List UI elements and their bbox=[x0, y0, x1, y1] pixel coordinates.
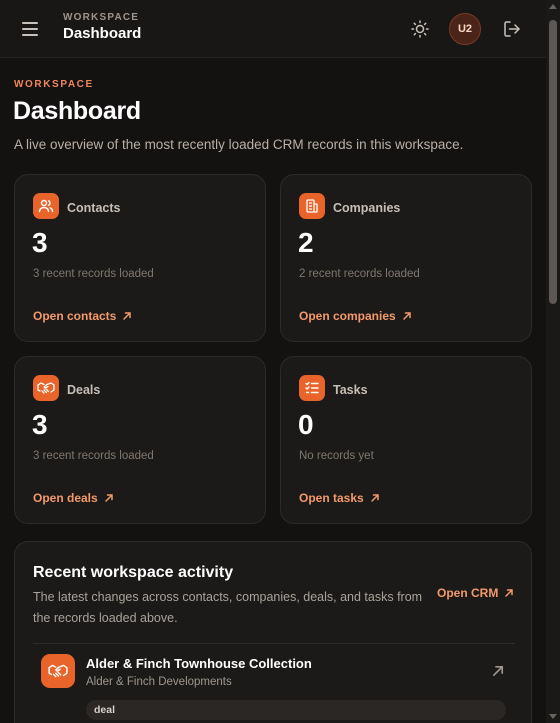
arrow-up-right-icon bbox=[104, 494, 113, 502]
card-subtitle: No records yet bbox=[299, 450, 374, 462]
logout-icon[interactable] bbox=[501, 18, 523, 40]
handshake-icon bbox=[33, 375, 59, 401]
activity-item[interactable]: Alder & Finch Townhouse Collection Alder… bbox=[33, 644, 515, 723]
brand-eyebrow: WORKSPACE bbox=[63, 12, 140, 23]
contacts-card: Contacts 3 3 recent records loaded Open … bbox=[14, 174, 266, 342]
page-title: Dashboard bbox=[13, 97, 141, 125]
card-label: Tasks bbox=[333, 383, 368, 397]
card-label: Companies bbox=[333, 201, 401, 215]
brand-title: Dashboard bbox=[63, 25, 142, 42]
scroll-down-arrow[interactable] bbox=[549, 714, 557, 719]
arrow-up-right-icon bbox=[370, 494, 379, 502]
activity-description: The latest changes across contacts, comp… bbox=[33, 590, 423, 625]
record-type-badge: deal bbox=[86, 700, 506, 720]
page-scrollbar[interactable] bbox=[546, 0, 560, 723]
arrow-up-right-icon bbox=[402, 312, 411, 320]
card-count: 3 bbox=[32, 409, 48, 440]
page-eyebrow: WORKSPACE bbox=[14, 79, 94, 90]
open-contacts-link[interactable]: Open contacts bbox=[33, 309, 132, 323]
link-label: Open CRM bbox=[437, 586, 499, 600]
scrollbar-thumb[interactable] bbox=[549, 20, 557, 304]
link-label: Open companies bbox=[299, 309, 396, 323]
card-count: 2 bbox=[298, 227, 314, 258]
open-crm-link[interactable]: Open CRM bbox=[437, 586, 514, 600]
page-description: A live overview of the most recently loa… bbox=[14, 137, 464, 152]
deals-card: Deals 3 3 recent records loaded Open dea… bbox=[14, 356, 266, 524]
sun-icon[interactable] bbox=[409, 18, 431, 40]
recent-activity-panel: Recent workspace activity The latest cha… bbox=[14, 541, 532, 723]
arrow-up-right-icon bbox=[123, 312, 132, 320]
link-label: Open deals bbox=[33, 491, 98, 505]
link-label: Open tasks bbox=[299, 491, 364, 505]
link-label: Open contacts bbox=[33, 309, 117, 323]
card-subtitle: 2 recent records loaded bbox=[299, 268, 420, 280]
users-icon bbox=[33, 193, 59, 219]
open-deals-link[interactable]: Open deals bbox=[33, 491, 114, 505]
card-subtitle: 3 recent records loaded bbox=[33, 268, 154, 280]
tasks-card: Tasks 0 No records yet Open tasks bbox=[280, 356, 532, 524]
hamburger-icon[interactable] bbox=[22, 18, 44, 40]
building-icon bbox=[299, 193, 325, 219]
open-tasks-link[interactable]: Open tasks bbox=[299, 491, 380, 505]
activity-item-subtitle: Alder & Finch Developments bbox=[86, 676, 232, 688]
top-bar: WORKSPACE Dashboard U2 bbox=[0, 0, 546, 58]
handshake-icon bbox=[41, 654, 75, 688]
card-count: 3 bbox=[32, 227, 48, 258]
avatar[interactable]: U2 bbox=[449, 13, 481, 45]
task-list-icon bbox=[299, 375, 325, 401]
activity-item-title: Alder & Finch Townhouse Collection bbox=[86, 656, 312, 671]
card-count: 0 bbox=[298, 409, 314, 440]
activity-title: Recent workspace activity bbox=[33, 564, 234, 581]
companies-card: Companies 2 2 recent records loaded Open… bbox=[280, 174, 532, 342]
brand: WORKSPACE Dashboard bbox=[63, 12, 141, 42]
card-subtitle: 3 recent records loaded bbox=[33, 450, 154, 462]
card-label: Contacts bbox=[67, 201, 121, 215]
card-label: Deals bbox=[67, 383, 101, 397]
arrow-up-right-icon bbox=[505, 589, 514, 597]
open-companies-link[interactable]: Open companies bbox=[299, 309, 412, 323]
arrow-up-right-icon[interactable] bbox=[491, 664, 505, 678]
scroll-up-arrow[interactable] bbox=[549, 4, 557, 9]
